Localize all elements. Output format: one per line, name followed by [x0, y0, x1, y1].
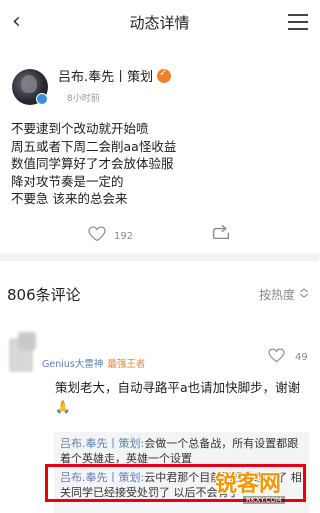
- author-name[interactable]: 吕布.奉先丨策划: [58, 66, 172, 85]
- watermark-logo: 锐客网 RKXY.COM: [215, 462, 315, 510]
- commenter-name[interactable]: Genius大雷神 最强王者: [42, 356, 145, 370]
- watermark-text: 锐客网: [215, 472, 282, 497]
- comment-like-count: 49: [295, 352, 308, 363]
- reply-item: 吕布.奉先丨策划:会做一个总备战，所有设置都跟着个英雄走，英雄一个设置: [54, 432, 309, 466]
- commenter-name-text: Genius大雷神: [42, 359, 104, 370]
- page-title: 动态详情: [129, 14, 190, 32]
- more-options-icon[interactable]: [287, 12, 309, 32]
- top-bar: ‹ 动态详情: [0, 0, 319, 44]
- post-line: 降对攻节奏是一定的: [11, 173, 124, 189]
- author-name-text: 吕布.奉先丨策划: [58, 70, 154, 85]
- share-button[interactable]: [211, 222, 235, 242]
- watermark-subtext: RKXY.COM: [243, 496, 285, 504]
- section-divider: [0, 253, 319, 261]
- heart-icon: [88, 226, 106, 242]
- post-line: 不要逮到个改动就开始喷: [11, 121, 149, 136]
- post-like-button[interactable]: 192: [88, 224, 148, 244]
- post-content: 不要逮到个改动就开始喷 周五或者下周二会削aa怪收益 数值同学算好了才会放体验服…: [11, 120, 311, 208]
- sort-icon[interactable]: [299, 288, 309, 298]
- post-line: 不要急 该来的总会来: [11, 191, 128, 206]
- post-line: 数值同学算好了才会放体验服: [11, 156, 174, 171]
- official-badge-icon: [157, 68, 172, 83]
- comment-like-button[interactable]: 49: [268, 345, 318, 364]
- reply-author[interactable]: 吕布.奉先丨策划:: [60, 437, 144, 450]
- commenter-avatar-overlay: [18, 332, 36, 350]
- comments-header: 806条评论 按热度: [0, 278, 319, 308]
- post-time: 8小时前: [67, 94, 100, 104]
- rank-badge: 最强王者: [107, 359, 146, 370]
- comments-count: 806条评论: [7, 286, 81, 304]
- post-line: 周五或者下周二会削aa怪收益: [11, 138, 177, 154]
- sort-selector[interactable]: 按热度: [259, 286, 295, 303]
- verified-badge-icon: [36, 93, 48, 105]
- comment-text: 策划老大，自动寻路平a也请加快脚步，谢谢🙏: [55, 380, 301, 414]
- share-icon: [212, 224, 230, 240]
- post-like-count: 192: [114, 231, 134, 242]
- heart-icon: [268, 348, 285, 363]
